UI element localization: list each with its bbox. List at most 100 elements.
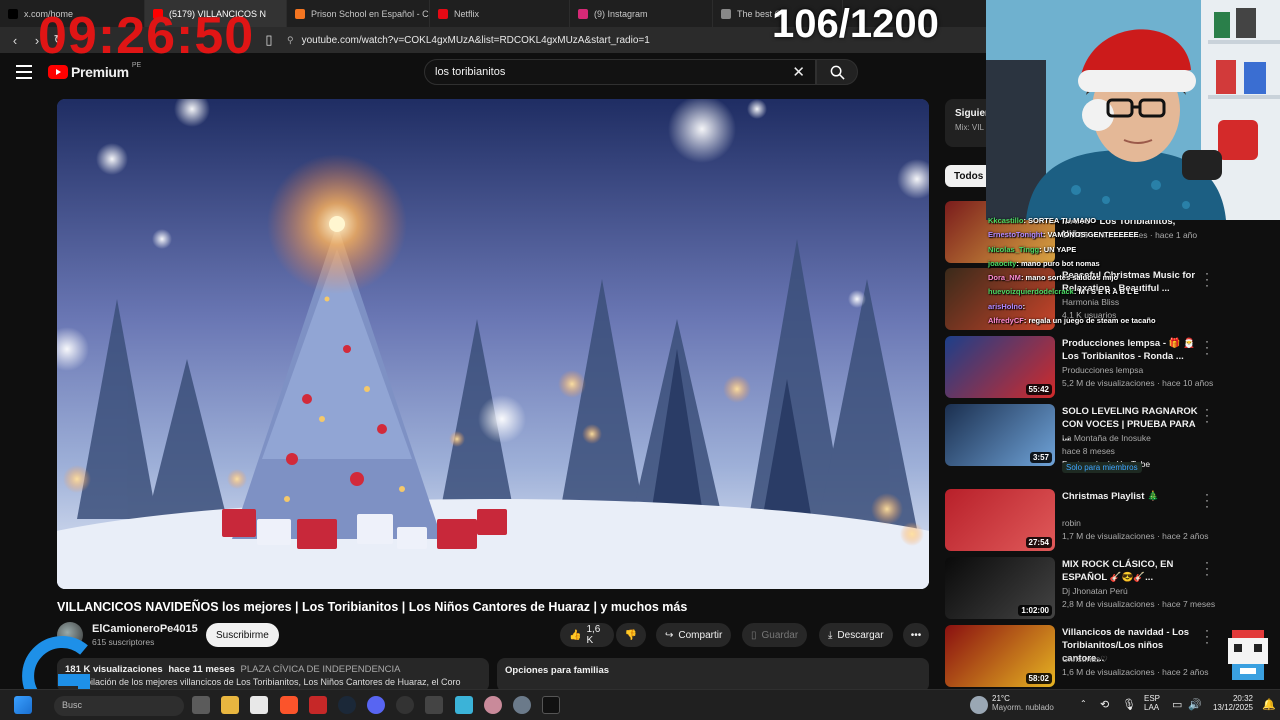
chat-message: Nicolas_Tingg: UN YAPE — [988, 243, 1280, 257]
store-icon[interactable] — [250, 696, 268, 714]
channel-row: ElCamioneroPe4015 615 suscriptores Suscr… — [57, 621, 929, 649]
weather-icon — [970, 696, 988, 714]
chat-text: SORTEA TU MANO — [1028, 216, 1097, 225]
more-vertical-icon[interactable]: ··· — [1203, 403, 1211, 427]
family-options-box[interactable]: Opciones para familias — [497, 658, 929, 692]
recommendation-channel[interactable]: robin — [1062, 518, 1081, 528]
chat-username: AlfredyCF — [988, 316, 1024, 326]
avatar-app-icon[interactable] — [484, 696, 502, 714]
location-tag[interactable]: PLAZA CÍVICA DE INDEPENDENCIA — [241, 664, 401, 675]
video-title: VILLANCICOS NAVIDEÑOS los mejores | Los … — [57, 600, 688, 614]
netflix-icon — [438, 8, 448, 19]
download-button[interactable]: ⤓ Descargar — [819, 623, 893, 647]
youtube-header: Premium PE los toribianitos ✕ — [0, 53, 985, 93]
app-icon[interactable] — [425, 696, 443, 714]
description-box[interactable]: 181 K visualizaciones hace 11 meses PLAZ… — [57, 658, 489, 692]
recommendation-item[interactable]: 3:57 SOLO LEVELING RAGNAROK CON VOCES | P… — [945, 403, 1225, 473]
system-clock[interactable]: 20:32 13/12/2025 — [1205, 694, 1253, 712]
video-thumbnail[interactable]: 55:42 — [945, 336, 1055, 398]
bookmark-icon[interactable]: ▯ — [260, 31, 278, 49]
more-vertical-icon[interactable]: ··· — [1203, 335, 1211, 359]
recommendation-item[interactable]: 27:54 Christmas Playlist 🎄 robin 1,7 M de v… — [945, 488, 1225, 553]
weather-temp: 21°C — [992, 694, 1010, 703]
browser-tab-label: Netflix — [454, 8, 480, 19]
recommendation-channel[interactable]: Christmas♡ — [1062, 654, 1108, 665]
network-icon[interactable]: ⟲ — [1100, 698, 1109, 711]
browser-tab[interactable]: Prison School en Español - Cru — [287, 0, 430, 27]
volume-icon[interactable]: 🔊 — [1188, 698, 1202, 711]
video-thumbnail[interactable]: 58:02 — [945, 625, 1055, 687]
brave-browser-icon[interactable] — [280, 696, 298, 714]
language-indicator[interactable]: ESP LAA — [1144, 694, 1160, 712]
video-thumbnail[interactable]: 27:54 — [945, 489, 1055, 551]
video-frame-christmas-tree — [57, 99, 929, 589]
stream-chat: Kkcastillo: SORTEA TU MANO ErnestoTonight… — [988, 214, 1280, 334]
windows-start-icon[interactable] — [14, 696, 32, 714]
steam-icon[interactable] — [338, 696, 356, 714]
browser-tab[interactable]: (9) Instagram — [570, 0, 713, 27]
recommendation-item[interactable]: 55:42 Producciones lempsa - 🎁 🎅 Los Torib… — [945, 335, 1225, 400]
save-button[interactable]: ▯ Guardar — [742, 623, 808, 647]
subscribe-button[interactable]: Suscribirme — [206, 623, 279, 647]
like-button[interactable]: 👍 1,6 K — [560, 623, 614, 647]
recommendation-title[interactable]: MIX ROCK CLÁSICO, EN ESPAÑOL 🎸😎🎸... — [1062, 558, 1200, 584]
browser-tab[interactable]: Netflix — [430, 0, 570, 27]
stream-counter: 106/1200 — [772, 2, 939, 46]
taskbar-search[interactable]: Busc — [54, 696, 184, 716]
notifications-icon[interactable]: 🔔 — [1262, 698, 1276, 711]
search-query: los toribianitos — [435, 66, 506, 78]
recommendation-channel[interactable]: Dj Jhonatan Perú — [1062, 586, 1128, 596]
chat-username: Kkcastillo — [988, 216, 1024, 225]
clear-search-icon[interactable]: ✕ — [792, 63, 805, 81]
recommendation-channel[interactable]: Producciones lempsa — [1062, 365, 1143, 375]
share-label: Compartir — [678, 629, 723, 641]
country-code: PE — [131, 62, 142, 69]
video-thumbnail[interactable]: 1:02:00 — [945, 557, 1055, 619]
upload-age: hace 11 meses — [168, 664, 235, 675]
more-horizontal-icon: ••• — [910, 629, 922, 641]
instagram-icon — [578, 8, 588, 19]
description-text: Recopilación de los mejores villancicos … — [65, 677, 461, 687]
file-explorer-icon[interactable] — [221, 696, 239, 714]
obs-icon[interactable] — [396, 696, 414, 714]
recommendation-title[interactable]: Christmas Playlist 🎄 — [1062, 490, 1200, 503]
members-only-badge: Solo para miembros — [1062, 462, 1142, 473]
chat-text: UN YAPE — [1043, 244, 1077, 254]
share-button[interactable]: ↪ Compartir — [656, 623, 732, 647]
search-button[interactable] — [816, 59, 858, 85]
chat-message: ErnestoTonight: VAMONOS GENTEEEEEE — [988, 228, 1280, 242]
dislike-button[interactable]: 👎 — [616, 623, 646, 647]
media-app-icon[interactable] — [309, 696, 327, 714]
display-icon[interactable]: ▭ — [1172, 698, 1182, 711]
menu-icon[interactable] — [16, 65, 32, 79]
chat-username: Nicolas_Tingg — [988, 244, 1040, 254]
video-thumbnail[interactable]: 3:57 — [945, 404, 1055, 466]
recommendation-channel[interactable]: La Montaña de Inosuke — [1062, 433, 1151, 443]
microphone-icon[interactable]: 🎙 — [1122, 698, 1136, 711]
video-player[interactable] — [57, 99, 929, 589]
tray-chevron-icon[interactable]: ⌃ — [1080, 699, 1087, 708]
more-vertical-icon[interactable]: ··· — [1203, 488, 1211, 512]
search-icon — [830, 65, 845, 80]
notes-icon[interactable] — [455, 696, 473, 714]
recommendation-meta: 5,2 M de visualizaciones · hace 10 años — [1062, 378, 1214, 388]
more-vertical-icon[interactable]: ··· — [1203, 624, 1211, 648]
more-actions-button[interactable]: ••• — [903, 623, 929, 647]
site-info-icon[interactable]: ⚲ — [287, 35, 294, 46]
channel-name[interactable]: ElCamioneroPe4015 — [92, 623, 198, 635]
browser-tab-label: Prison School en Español - Cru — [311, 8, 430, 19]
like-count: 1,6 K — [586, 624, 601, 646]
back-icon[interactable]: ‹ — [6, 31, 24, 49]
capcut-icon[interactable] — [542, 696, 560, 714]
task-view-icon[interactable] — [192, 696, 210, 714]
more-vertical-icon[interactable]: ··· — [1203, 556, 1211, 580]
discord-icon[interactable] — [367, 696, 385, 714]
recommendation-item[interactable]: 1:02:00 MIX ROCK CLÁSICO, EN ESPAÑOL 🎸😎🎸.… — [945, 556, 1225, 621]
settings-icon[interactable] — [513, 696, 531, 714]
recommendation-item[interactable]: 58:02 Villancicos de navidad - Los Toribi… — [945, 624, 1225, 689]
youtube-logo[interactable]: Premium PE — [48, 62, 142, 80]
recommendation-title[interactable]: Producciones lempsa - 🎁 🎅 Los Toribianit… — [1062, 337, 1200, 363]
weather-widget[interactable]: 21°C Mayorm. nublado — [992, 694, 1054, 712]
thumbs-up-icon: 👍 — [569, 629, 582, 641]
search-input[interactable]: los toribianitos ✕ — [424, 59, 816, 85]
